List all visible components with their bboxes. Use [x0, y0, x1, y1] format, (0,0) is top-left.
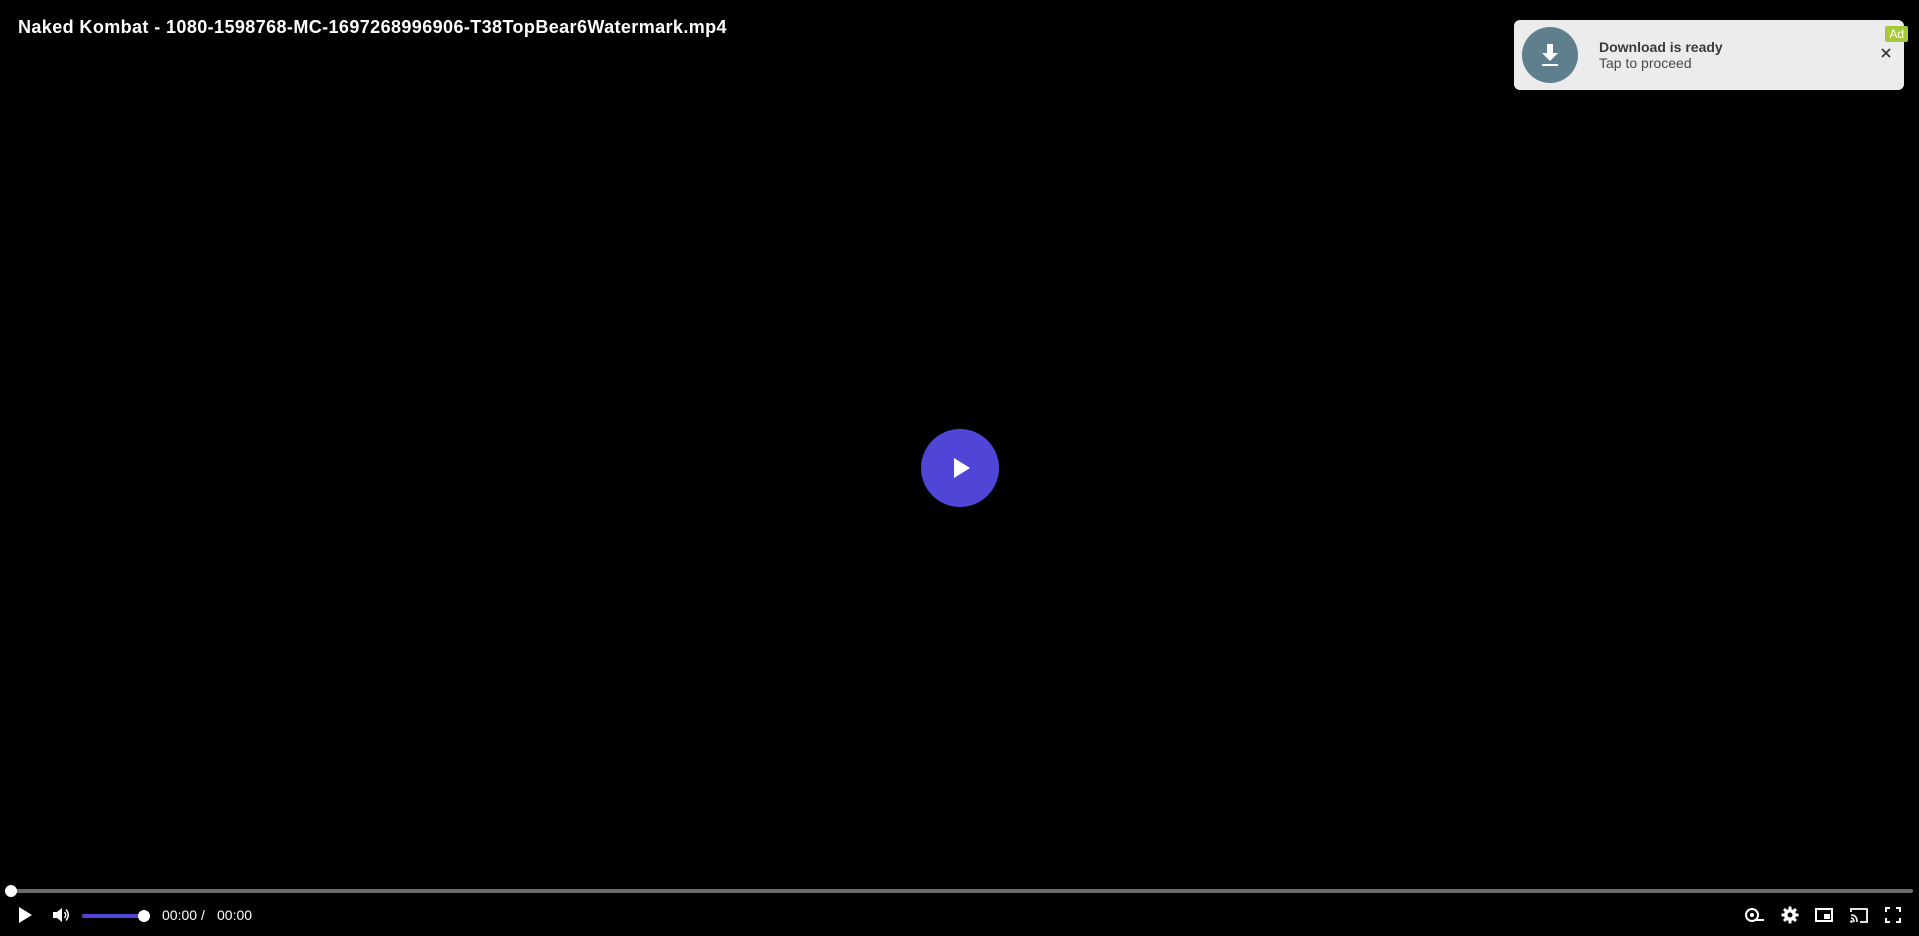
volume-slider-fill	[82, 914, 144, 918]
seek-bar-thumb[interactable]	[5, 885, 17, 897]
cast-button[interactable]	[1848, 904, 1870, 926]
fullscreen-button[interactable]	[1882, 904, 1904, 926]
big-play-button[interactable]	[921, 429, 999, 507]
ad-close-button[interactable]	[1878, 45, 1894, 61]
playback-speed-button[interactable]	[1744, 904, 1766, 926]
picture-in-picture-icon	[1815, 908, 1833, 922]
ad-title: Download is ready	[1599, 39, 1723, 55]
video-player[interactable]: Naked Kombat - 1080-1598768-MC-169726899…	[0, 0, 1919, 936]
settings-gear-icon	[1781, 906, 1799, 924]
play-icon	[19, 907, 32, 923]
volume-icon	[53, 908, 69, 922]
close-icon	[1881, 48, 1891, 58]
control-bar: 00:00 / 00:00	[0, 900, 1919, 930]
fullscreen-icon	[1885, 907, 1901, 923]
video-title: Naked Kombat - 1080-1598768-MC-169726899…	[18, 17, 727, 37]
ad-download-notification[interactable]: Download is ready Tap to proceed Ad	[1514, 20, 1908, 90]
seek-bar[interactable]	[5, 885, 1913, 897]
speed-icon	[1745, 908, 1764, 922]
ad-badge: Ad	[1885, 26, 1908, 42]
volume-slider-thumb[interactable]	[138, 910, 150, 922]
ad-subtitle: Tap to proceed	[1599, 55, 1692, 71]
play-button[interactable]	[14, 904, 36, 926]
picture-in-picture-button[interactable]	[1813, 904, 1835, 926]
time-separator: /	[201, 907, 205, 923]
cast-icon	[1850, 907, 1868, 923]
settings-button[interactable]	[1779, 904, 1801, 926]
mute-button[interactable]	[50, 904, 72, 926]
volume-slider[interactable]	[82, 910, 150, 922]
duration: 00:00	[217, 907, 253, 923]
play-icon	[954, 458, 970, 478]
download-icon	[1542, 44, 1558, 66]
ad-icon-circle	[1522, 27, 1578, 83]
current-time: 00:00	[162, 907, 198, 923]
